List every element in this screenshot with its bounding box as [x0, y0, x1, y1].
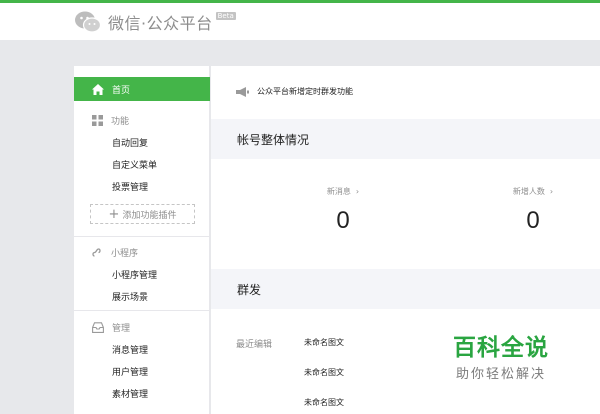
stat-label: 新消息 ›	[326, 187, 360, 196]
logo-text: 微信·公众平台	[108, 14, 213, 33]
sidebar-item-display-scenes[interactable]: 展示场景	[112, 290, 148, 303]
group-title-management: 管理	[92, 321, 130, 334]
watermark-title: 百科全说	[453, 335, 549, 361]
notice-bar[interactable]: 公众平台新增定时群发功能	[236, 86, 353, 97]
stat-value: 0	[336, 207, 350, 234]
megaphone-icon	[236, 86, 249, 97]
sidebar-item-message-management[interactable]: 消息管理	[112, 343, 148, 356]
sidebar-item-auto-reply[interactable]: 自动回复	[112, 136, 148, 149]
beta-badge: Beta	[215, 12, 236, 20]
inbox-icon	[92, 322, 104, 333]
watermark: 百科全说 助你轻松解决	[446, 328, 556, 382]
broadcast-section-title: 群发	[211, 269, 600, 309]
watermark-subtitle: 助你轻松解决	[455, 367, 546, 382]
stat-value: 0	[526, 207, 540, 234]
sidebar-item-material-management[interactable]: 素材管理	[112, 387, 148, 400]
stat-new-messages[interactable]: 新消息 › 0	[283, 186, 403, 235]
group-title-features: 功能	[92, 114, 129, 127]
sidebar-item-label: 首页	[112, 85, 131, 96]
stat-new-followers[interactable]: 新增人数 › 0	[473, 186, 593, 235]
sidebar-divider	[74, 310, 210, 311]
sidebar-item-mini-program-management[interactable]: 小程序管理	[112, 268, 157, 281]
group-title-label: 功能	[111, 117, 130, 127]
sidebar-item-vote-management[interactable]: 投票管理	[112, 180, 148, 193]
draft-item[interactable]: 未命名图文	[304, 367, 344, 378]
overview-section-title: 帐号整体情况	[211, 119, 600, 159]
draft-item[interactable]: 未命名图文	[304, 337, 344, 348]
sidebar-divider	[74, 236, 210, 237]
group-title-label: 小程序	[111, 249, 139, 259]
stat-label: 新增人数 ›	[512, 187, 554, 196]
sidebar-item-custom-menu[interactable]: 自定义菜单	[112, 158, 157, 171]
notice-text: 公众平台新增定时群发功能	[257, 87, 353, 96]
recent-edit-label: 最近编辑	[236, 340, 273, 350]
add-plugin-label: 添加功能插件	[122, 210, 177, 221]
grid-icon	[92, 115, 103, 126]
plus-icon: +	[108, 206, 120, 222]
logo[interactable]: 微信·公众平台 Beta	[74, 10, 236, 34]
draft-item[interactable]: 未命名图文	[304, 397, 344, 408]
chevron-right-icon: ›	[549, 187, 554, 196]
home-icon	[92, 83, 104, 95]
sidebar: 首页 功能 自动回复 自定义菜单 投票管理 + 添加功能插件 小程序 小程序管理…	[74, 66, 210, 414]
top-bar: 微信·公众平台 Beta	[0, 0, 600, 40]
add-plugin-button[interactable]: + 添加功能插件	[90, 204, 195, 224]
sidebar-item-user-management[interactable]: 用户管理	[112, 365, 148, 378]
sidebar-item-home[interactable]: 首页	[74, 77, 210, 101]
mini-program-icon	[92, 248, 101, 257]
chevron-right-icon: ›	[355, 187, 360, 196]
group-title-mini-program: 小程序	[92, 246, 138, 259]
wechat-logo-icon	[75, 11, 102, 33]
group-title-label: 管理	[112, 324, 131, 334]
